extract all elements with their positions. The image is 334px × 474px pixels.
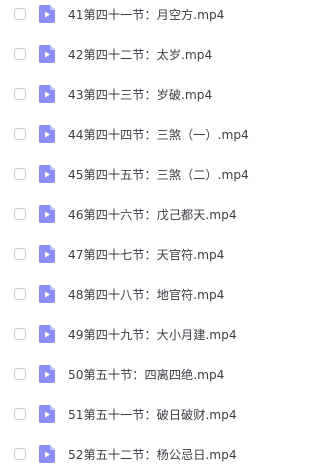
file-name[interactable]: 42第四十二节：太岁.mp4 bbox=[68, 45, 212, 63]
video-file-icon bbox=[39, 85, 55, 103]
file-row[interactable]: 44第四十四节：三煞（一）.mp4 bbox=[0, 114, 334, 154]
file-row[interactable]: 41第四十一节：月空方.mp4 bbox=[0, 0, 334, 34]
video-file-icon bbox=[39, 365, 55, 383]
file-name[interactable]: 46第四十六节：戊己都天.mp4 bbox=[68, 205, 237, 223]
file-name[interactable]: 41第四十一节：月空方.mp4 bbox=[68, 5, 224, 23]
file-name[interactable]: 48第四十八节：地官符.mp4 bbox=[68, 285, 224, 303]
file-checkbox[interactable] bbox=[14, 448, 26, 460]
file-row[interactable]: 42第四十二节：太岁.mp4 bbox=[0, 34, 334, 74]
file-row[interactable]: 48第四十八节：地官符.mp4 bbox=[0, 274, 334, 314]
video-file-icon bbox=[39, 45, 55, 63]
file-name[interactable]: 43第四十三节：岁破.mp4 bbox=[68, 85, 212, 103]
file-checkbox[interactable] bbox=[14, 128, 26, 140]
file-checkbox[interactable] bbox=[14, 368, 26, 380]
file-checkbox[interactable] bbox=[14, 328, 26, 340]
video-file-icon bbox=[39, 445, 55, 463]
video-file-icon bbox=[39, 405, 55, 423]
video-file-icon bbox=[39, 245, 55, 263]
file-checkbox[interactable] bbox=[14, 408, 26, 420]
file-name[interactable]: 50第五十节：四离四绝.mp4 bbox=[68, 365, 224, 383]
file-checkbox[interactable] bbox=[14, 208, 26, 220]
file-name[interactable]: 47第四十七节：天官符.mp4 bbox=[68, 245, 224, 263]
file-row[interactable]: 46第四十六节：戊己都天.mp4 bbox=[0, 194, 334, 234]
file-checkbox[interactable] bbox=[14, 48, 26, 60]
file-checkbox[interactable] bbox=[14, 168, 26, 180]
file-name[interactable]: 45第四十五节：三煞（二）.mp4 bbox=[68, 165, 249, 183]
file-row[interactable]: 51第五十一节：破日破财.mp4 bbox=[0, 394, 334, 434]
video-file-icon bbox=[39, 165, 55, 183]
file-name[interactable]: 44第四十四节：三煞（一）.mp4 bbox=[68, 125, 249, 143]
file-row[interactable]: 52第五十二节：杨公忌日.mp4 bbox=[0, 434, 334, 474]
video-file-icon bbox=[39, 325, 55, 343]
file-name[interactable]: 51第五十一节：破日破财.mp4 bbox=[68, 405, 237, 423]
video-file-icon bbox=[39, 285, 55, 303]
file-row[interactable]: 49第四十九节：大小月建.mp4 bbox=[0, 314, 334, 354]
file-name[interactable]: 49第四十九节：大小月建.mp4 bbox=[68, 325, 237, 343]
video-file-icon bbox=[39, 125, 55, 143]
file-checkbox[interactable] bbox=[14, 8, 26, 20]
file-checkbox[interactable] bbox=[14, 288, 26, 300]
file-name[interactable]: 52第五十二节：杨公忌日.mp4 bbox=[68, 445, 237, 463]
file-checkbox[interactable] bbox=[14, 88, 26, 100]
video-file-icon bbox=[39, 205, 55, 223]
file-row[interactable]: 47第四十七节：天官符.mp4 bbox=[0, 234, 334, 274]
video-file-icon bbox=[39, 5, 55, 23]
file-checkbox[interactable] bbox=[14, 248, 26, 260]
file-row[interactable]: 43第四十三节：岁破.mp4 bbox=[0, 74, 334, 114]
file-row[interactable]: 50第五十节：四离四绝.mp4 bbox=[0, 354, 334, 394]
file-row[interactable]: 45第四十五节：三煞（二）.mp4 bbox=[0, 154, 334, 194]
